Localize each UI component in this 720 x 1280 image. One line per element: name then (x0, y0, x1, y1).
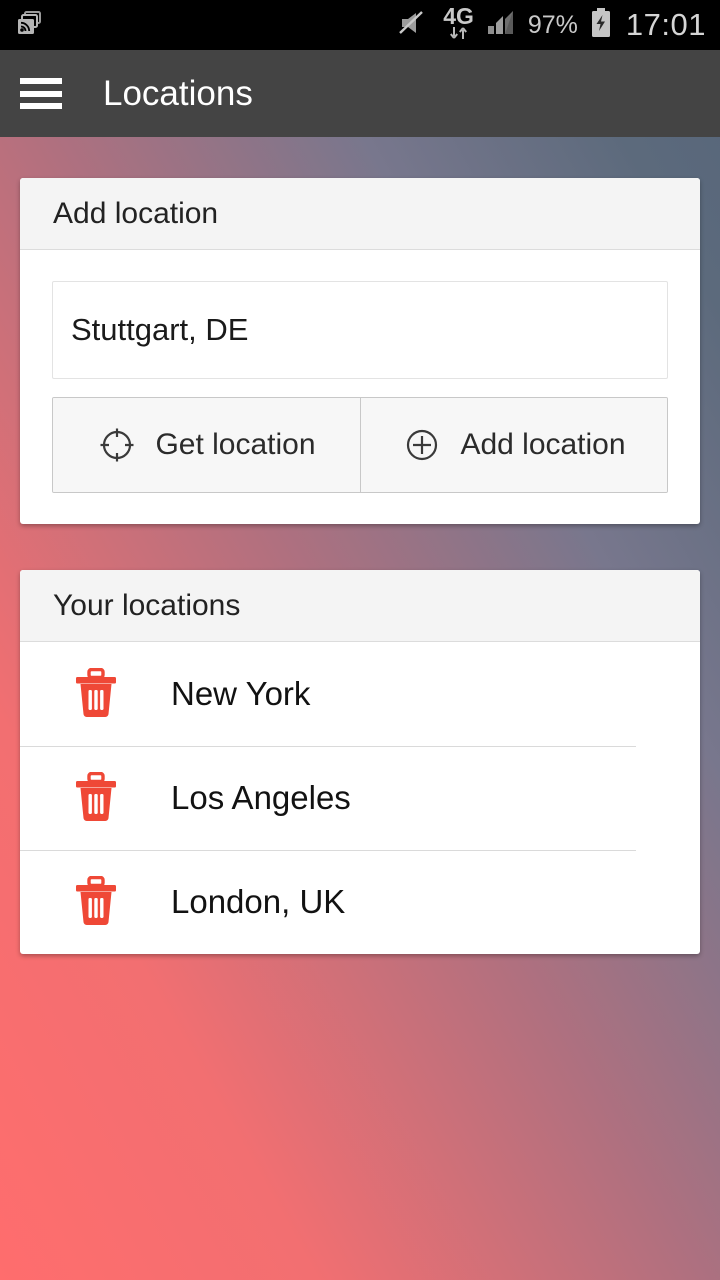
network-type-indicator: 4G (443, 2, 474, 45)
data-transfer-icon (447, 26, 471, 45)
add-location-button[interactable]: Add location (360, 398, 667, 492)
menu-bar-3 (20, 103, 62, 109)
clock-label: 17:01 (625, 7, 706, 42)
add-location-title: Add location (53, 196, 219, 230)
add-location-card-body: Get location Add location (20, 250, 700, 524)
list-item[interactable]: London, UK (20, 850, 700, 954)
volume-mute-icon (398, 8, 432, 43)
add-location-label: Add location (460, 428, 626, 461)
menu-bar-1 (20, 78, 62, 84)
network-type-label: 4G (443, 2, 474, 29)
list-item[interactable]: Los Angeles (20, 746, 700, 850)
page-title: Locations (103, 73, 253, 113)
status-bar-indicators: 4G 97% 17:01 (398, 2, 706, 45)
list-item-label: Los Angeles (171, 779, 351, 816)
status-bar-notifications (14, 8, 44, 43)
hamburger-menu-icon[interactable] (20, 78, 62, 109)
list-item-label: New York (171, 675, 311, 712)
menu-bar-2 (20, 90, 62, 97)
get-location-button[interactable]: Get location (53, 398, 360, 492)
add-location-card: Add location Get location (20, 178, 700, 524)
add-location-card-header: Add location (20, 178, 700, 250)
rss-feed-icon (14, 8, 44, 43)
list-item-label: London, UK (171, 883, 346, 920)
trash-icon[interactable] (72, 875, 120, 928)
your-locations-card-header: Your locations (20, 570, 700, 642)
location-list: New York Los Angeles London, UK (20, 642, 700, 954)
plus-circle-icon (402, 425, 442, 465)
app-screen: 4G 97% 17:01 Locations Add location Stut… (0, 0, 720, 1280)
signal-bars-icon (485, 8, 517, 43)
battery-percent-label: 97% (527, 10, 578, 39)
your-locations-title: Your locations (53, 588, 241, 622)
your-locations-card: Your locations New York Los Angeles Lond… (20, 570, 700, 954)
gps-crosshair-icon (97, 425, 137, 465)
get-location-label: Get location (155, 428, 316, 461)
app-bar: Locations (0, 50, 720, 137)
status-bar: 4G 97% 17:01 (0, 0, 720, 50)
trash-icon[interactable] (72, 771, 120, 824)
trash-icon[interactable] (72, 667, 120, 720)
list-item[interactable]: New York (20, 642, 700, 746)
add-location-button-row: Get location Add location (52, 397, 668, 493)
battery-charging-icon (589, 7, 613, 44)
location-input[interactable] (52, 281, 668, 379)
